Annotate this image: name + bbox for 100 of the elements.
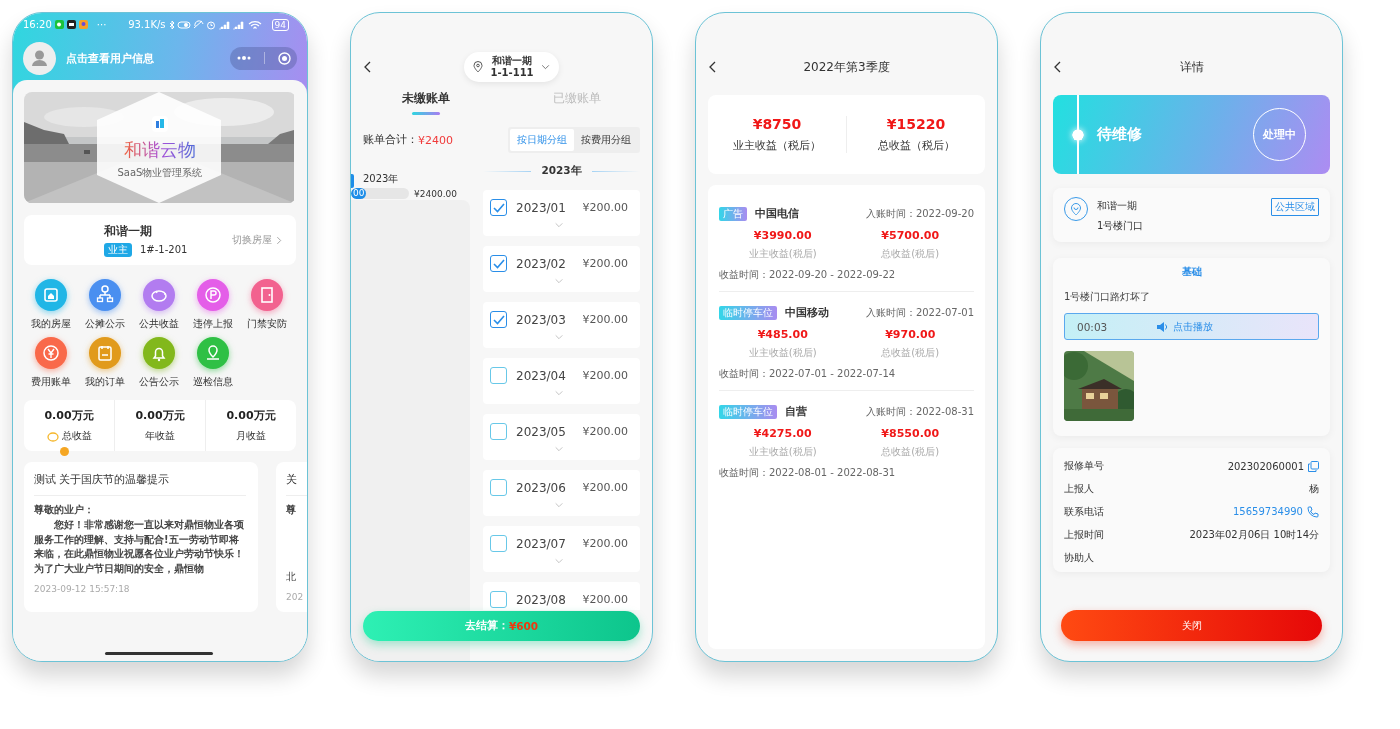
notice-signature: 北	[286, 570, 297, 584]
menu-item[interactable]: 我的订单	[78, 337, 132, 389]
field-value: 杨	[1309, 482, 1319, 497]
menu-item[interactable]: 费用账单	[24, 337, 78, 389]
posted-date: 入账时间：2022-08-31	[865, 405, 974, 419]
bill-card[interactable]: 2023/01 ¥200.00	[483, 190, 640, 236]
category-tag: 临时停车位	[719, 405, 777, 419]
income-label: 总收益(税后)	[881, 445, 940, 459]
menu-item[interactable]: 巡检信息	[186, 337, 240, 389]
bill-card[interactable]: 2023/05 ¥200.00	[483, 414, 640, 460]
place-name: 1号楼门口	[1097, 219, 1145, 233]
stat-label: 总收益	[61, 429, 92, 443]
bill-card[interactable]: 2023/07 ¥200.00	[483, 526, 640, 572]
stat-label: 月收益	[236, 429, 266, 443]
bill-amount: ¥200.00	[582, 425, 628, 438]
bill-card[interactable]: 2023/06 ¥200.00	[483, 470, 640, 516]
notice-card[interactable]: 关 尊 北 202	[276, 462, 307, 612]
notice-title: 关	[286, 472, 298, 487]
total-label: 账单合计：	[363, 133, 418, 147]
category-tag: 广告	[719, 207, 747, 221]
field-label: 报修单号	[1064, 459, 1104, 474]
posted-date: 入账时间：2022-09-20	[865, 207, 974, 221]
stat-label: 年收益	[145, 429, 175, 443]
income-period: 收益时间：2022-09-20 - 2022-09-22	[719, 268, 897, 282]
menu-item[interactable]: 公摊公示	[78, 279, 132, 331]
notice-time: 202	[286, 592, 305, 602]
income-amount: ¥970.00	[885, 328, 936, 341]
house-name: 和谐一期	[104, 223, 153, 239]
income-label: 业主收益(税后)	[748, 346, 817, 360]
bill-month: 2023/08	[516, 592, 567, 607]
group-toggle[interactable]: 按日期分组	[510, 129, 574, 151]
menu-item[interactable]: 门禁安防	[240, 279, 294, 331]
field-label: 上报时间	[1064, 527, 1104, 542]
progress-text: 00	[353, 188, 365, 198]
category-label: 基础	[1180, 265, 1203, 279]
bill-card[interactable]: 2023/04 ¥200.00	[483, 358, 640, 404]
field-label: 协助人	[1064, 550, 1094, 565]
audio-player[interactable]: 00:03 点击播放	[1064, 313, 1319, 340]
year-amount: ¥2400.00	[414, 188, 457, 199]
bill-month: 2023/01	[516, 200, 567, 215]
menu-item[interactable]: 公共收益	[132, 279, 186, 331]
banner-subtitle: SaaS物业管理系统	[117, 165, 203, 180]
bill-month: 2023/02	[516, 256, 567, 271]
bill-month: 2023/03	[516, 312, 567, 327]
bill-month: 2023/05	[516, 424, 567, 439]
record-name: 中国电信	[755, 207, 800, 221]
field-label: 联系电话	[1064, 505, 1104, 519]
income-label: 总收益(税后)	[881, 247, 940, 261]
stat-value: 0.00万元	[44, 408, 94, 423]
menu-item[interactable]: 公告公示	[132, 337, 186, 389]
summary-label: 业主收益（税后）	[733, 139, 821, 153]
area-tag: 公共区域	[1271, 198, 1319, 216]
income-amount: ¥5700.00	[881, 229, 940, 242]
network-speed: 93.1K/s	[128, 19, 166, 30]
bill-amount: ¥200.00	[582, 257, 628, 270]
close-button[interactable]: 关闭	[1061, 610, 1322, 641]
location-name: 和谐一期	[492, 55, 532, 67]
bill-card[interactable]: 2023/03 ¥200.00	[483, 302, 640, 348]
notice-card[interactable]: 测试 关于国庆节的温馨提示 尊敬的业户： 您好！非常感谢您一直以来对鼎恒物业各项服务工作的理解、支持与配合!五一劳动节即将来临，在此鼎恒物业祝愿各位业户劳动节快乐！为了广大业户节日期间的安全，鼎恒物 2023-09-12 15:57:18	[24, 462, 258, 612]
record-name: 中国移动	[785, 306, 830, 320]
menu-item[interactable]: 违停上报	[186, 279, 240, 331]
income-label: 业主收益(税后)	[748, 445, 817, 459]
bill-amount: ¥200.00	[582, 593, 628, 606]
status-label: 待维修	[1097, 125, 1143, 144]
year-label: 2023年	[363, 173, 399, 184]
menu-item[interactable]: 我的房屋	[24, 279, 78, 331]
bill-card[interactable]: 2023/08 ¥200.00	[483, 582, 640, 610]
location-selector[interactable]: 和谐一期 1-1-111	[464, 52, 559, 82]
field-value: 2023年02月06日 10时14分	[1189, 527, 1319, 542]
bill-amount: ¥200.00	[582, 481, 628, 494]
notice-greeting: 尊	[286, 503, 297, 517]
tab[interactable]: 未缴账单	[351, 91, 502, 115]
section-heading: 2023年	[541, 164, 582, 178]
location-unit: 1-1-111	[490, 67, 534, 79]
unit-number: 1#-1-201	[140, 244, 188, 255]
notice-time: 2023-09-12 15:57:18	[34, 584, 131, 594]
stat-value: 0.00万元	[226, 408, 276, 423]
bill-card[interactable]: 2023/02 ¥200.00	[483, 246, 640, 292]
income-amount: ¥8550.00	[881, 427, 940, 440]
income-period: 收益时间：2022-07-01 - 2022-07-14	[719, 367, 897, 381]
notice-greeting: 尊敬的业户：	[34, 503, 95, 517]
income-amount: ¥485.00	[757, 328, 808, 341]
battery-indicator: 94	[271, 18, 289, 31]
group-toggle[interactable]: 按费用分组	[574, 129, 638, 151]
bill-month: 2023/06	[516, 480, 567, 495]
year-item[interactable]: 2023年 00 ¥2400.00	[351, 162, 471, 200]
more-indicator: ···	[96, 19, 107, 30]
stat-value: 0.00万元	[135, 408, 185, 423]
audio-duration: 00:03	[1077, 320, 1108, 333]
record-name: 自营	[785, 405, 808, 419]
notice-body: 您好！非常感谢您一直以来对鼎恒物业各项服务工作的理解、支持与配合!五一劳动节即将来临，在此鼎恒物业祝愿各位业户劳动节快乐！为了广大业户节日期间的安全，鼎恒物	[34, 518, 245, 576]
bill-amount: ¥200.00	[582, 313, 628, 326]
field-label: 上报人	[1064, 482, 1094, 497]
bill-amount: ¥200.00	[582, 201, 628, 214]
income-amount: ¥4275.00	[753, 427, 812, 440]
bill-amount: ¥200.00	[582, 537, 628, 550]
income-label: 总收益(税后)	[881, 346, 940, 360]
summary-amount: ¥8750	[752, 116, 802, 132]
summary-label: 总收益（税后）	[877, 139, 955, 153]
bill-month: 2023/07	[516, 536, 567, 551]
